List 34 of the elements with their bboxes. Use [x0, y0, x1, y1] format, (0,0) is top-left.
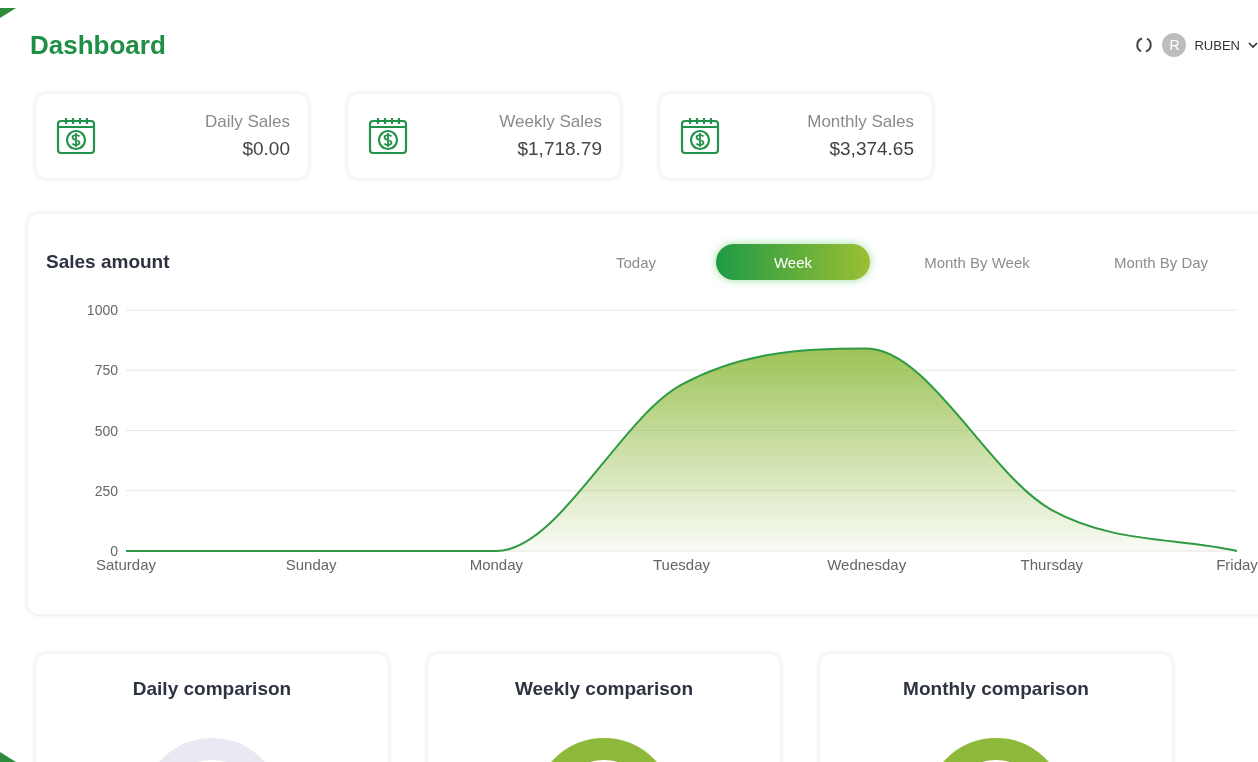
y-tick-label: 750 [94, 362, 118, 379]
x-tick-label: Sunday [285, 556, 337, 573]
y-tick-label: 250 [94, 482, 118, 499]
y-tick-label: 0 [110, 543, 118, 559]
comparison-title: Monthly comparison [903, 678, 1089, 700]
stat-value: $3,374.65 [829, 138, 914, 160]
x-tick-label: Wednesday [827, 556, 907, 573]
user-name[interactable]: RUBEN [1194, 37, 1240, 53]
period-tab[interactable]: Week [716, 244, 870, 280]
period-tab[interactable]: Month By Week [900, 244, 1054, 280]
refresh-icon[interactable] [1134, 35, 1155, 55]
x-tick-label: Monday [469, 556, 523, 573]
period-tab[interactable]: Month By Day [1084, 244, 1238, 280]
comparison-title: Weekly comparison [514, 678, 694, 700]
comparison-title: Daily comparison [132, 678, 292, 700]
x-tick-label: Thursday [1020, 556, 1084, 573]
page-title: Dashboard [30, 29, 166, 61]
stat-value: $1,718.79 [517, 138, 602, 160]
stat-value: $0.00 [242, 138, 290, 160]
y-tick-label: 500 [94, 422, 118, 439]
chevron-down-icon[interactable] [1248, 41, 1258, 49]
panel-title: Sales amount [46, 251, 171, 273]
user-avatar[interactable]: R [1162, 33, 1187, 57]
x-tick-label: Saturday [96, 556, 156, 573]
x-tick-label: Friday [1216, 556, 1258, 573]
stat-label: Monthly Sales [807, 112, 914, 132]
calendar-dollar-icon [368, 116, 408, 156]
period-tab[interactable]: Today [586, 244, 686, 280]
x-tick-label: Tuesday [653, 556, 710, 573]
stat-label: Weekly Sales [499, 112, 602, 132]
calendar-dollar-icon [56, 116, 96, 156]
y-tick-label: 1000 [86, 302, 118, 318]
calendar-dollar-icon [680, 116, 720, 156]
stat-label: Daily Sales [204, 112, 290, 132]
